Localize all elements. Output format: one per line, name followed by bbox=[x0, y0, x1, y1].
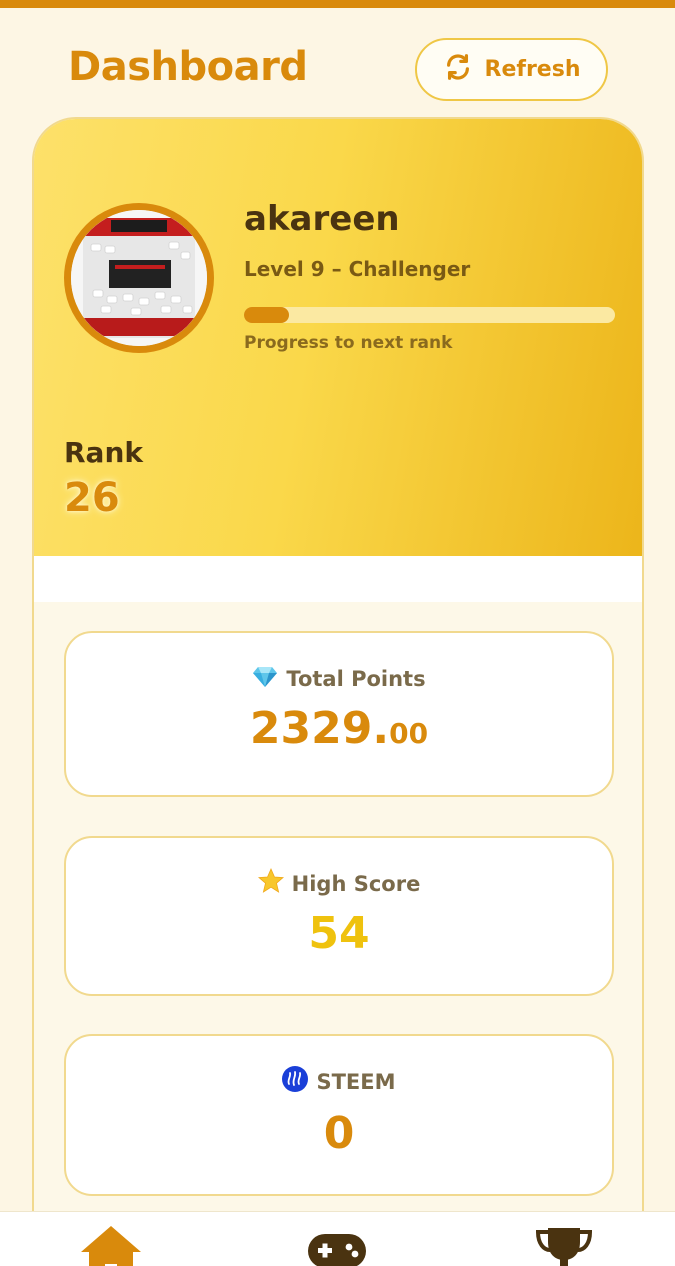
nav-leaderboard[interactable] bbox=[532, 1224, 596, 1266]
level-text: Level 9 – Challenger bbox=[244, 257, 471, 281]
high-score-label: High Score bbox=[291, 871, 421, 896]
rank-value: 26 bbox=[64, 475, 120, 521]
rank-progress-fill bbox=[244, 307, 289, 323]
gem-icon bbox=[252, 663, 278, 694]
high-score-header: High Score bbox=[66, 868, 612, 899]
star-icon bbox=[257, 868, 284, 899]
steem-value: 0 bbox=[323, 1108, 355, 1159]
refresh-label: Refresh bbox=[484, 57, 581, 82]
top-accent-bar bbox=[0, 0, 675, 8]
avatar-image bbox=[71, 210, 207, 346]
username: akareen bbox=[244, 199, 400, 239]
bottom-nav bbox=[0, 1211, 675, 1266]
total-points-decimal: 00 bbox=[389, 717, 429, 750]
high-score-card: High Score 54 bbox=[64, 836, 614, 996]
trophy-icon bbox=[535, 1228, 593, 1266]
high-score-value: 54 bbox=[308, 908, 370, 959]
refresh-button[interactable]: Refresh bbox=[415, 38, 608, 101]
rank-progress-bar bbox=[244, 307, 615, 323]
total-points-value: 2329.00 bbox=[66, 703, 612, 754]
rank-label: Rank bbox=[64, 436, 144, 469]
total-points-header: Total Points bbox=[66, 663, 612, 694]
total-points-card: Total Points 2329.00 bbox=[64, 631, 614, 797]
header: Dashboard Refresh bbox=[0, 8, 675, 118]
steem-header: STEEM bbox=[66, 1066, 612, 1097]
dashboard-card: akareen Level 9 – Challenger Progress to… bbox=[32, 117, 644, 1266]
gamepad-icon bbox=[308, 1234, 366, 1266]
avatar[interactable] bbox=[64, 203, 214, 353]
nav-games[interactable] bbox=[305, 1224, 369, 1266]
home-icon bbox=[81, 1226, 141, 1266]
page-title: Dashboard bbox=[68, 44, 308, 90]
refresh-icon bbox=[443, 52, 473, 88]
panel-divider bbox=[34, 556, 642, 602]
progress-label: Progress to next rank bbox=[244, 333, 453, 353]
steem-icon bbox=[282, 1066, 309, 1097]
steem-card: STEEM 0 bbox=[64, 1034, 614, 1196]
total-points-integer: 2329. bbox=[249, 703, 390, 754]
total-points-label: Total Points bbox=[286, 666, 426, 691]
steem-label: STEEM bbox=[316, 1069, 396, 1094]
profile-panel: akareen Level 9 – Challenger Progress to… bbox=[34, 119, 642, 556]
nav-home[interactable] bbox=[79, 1224, 143, 1266]
